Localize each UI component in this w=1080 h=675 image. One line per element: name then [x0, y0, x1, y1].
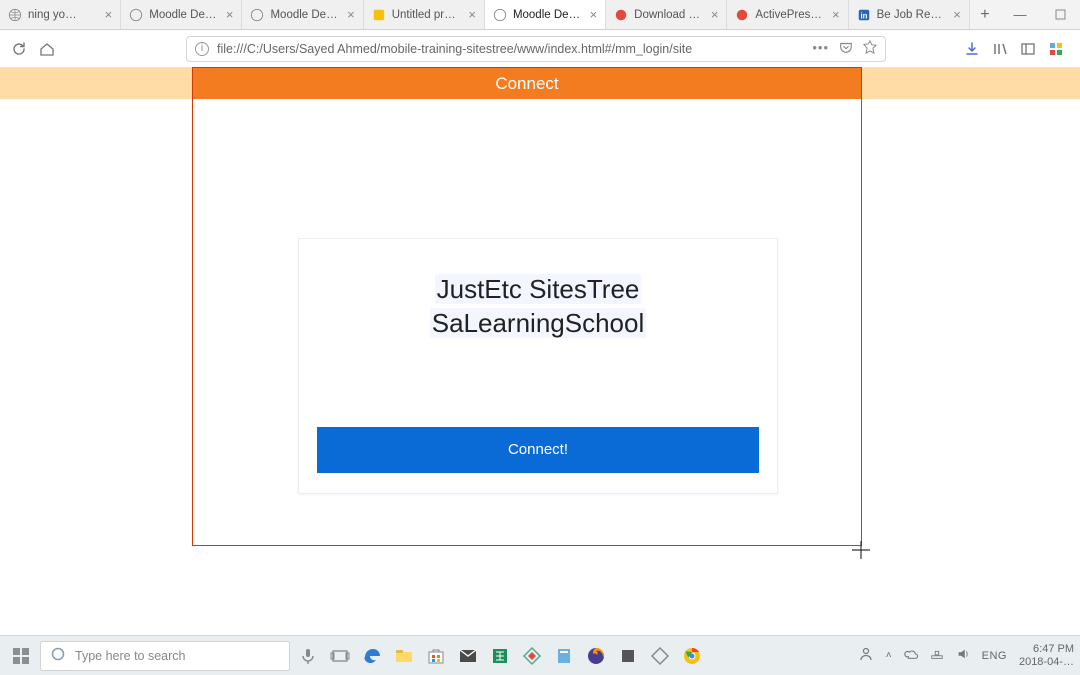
tab-1[interactable]: Moodle Desktop × — [121, 0, 242, 29]
mic-icon[interactable] — [294, 642, 322, 670]
tray-overflow-icon[interactable]: ˄ — [886, 650, 892, 661]
tab-label: Be Job Ready — [877, 9, 946, 21]
firefox-icon[interactable] — [582, 642, 610, 670]
clock-time: 6:47 PM — [1019, 643, 1074, 655]
mail-icon[interactable] — [454, 642, 482, 670]
bookmark-star-icon[interactable] — [863, 40, 877, 57]
cortana-icon — [51, 647, 65, 664]
app-icon-4[interactable] — [646, 642, 674, 670]
tab-label: Untitled presen… — [392, 9, 461, 21]
tab-4-active[interactable]: Moodle Desktop × — [485, 0, 606, 29]
tray-cloud-icon[interactable] — [904, 647, 918, 664]
taskbar-search[interactable]: Type here to search — [40, 641, 290, 671]
tab-0[interactable]: ning yo… × — [0, 0, 121, 29]
app-icon-2[interactable] — [550, 642, 578, 670]
tab-7[interactable]: in Be Job Ready × — [849, 0, 970, 29]
app-header-title: Connect — [495, 74, 558, 94]
globe-icon — [250, 8, 264, 22]
close-icon[interactable]: × — [345, 8, 357, 21]
tab-label: Download - At… — [634, 9, 703, 21]
minimize-button[interactable]: — — [1000, 0, 1040, 29]
login-card: JustEtc SitesTree SaLearningSchool Conne… — [298, 238, 778, 494]
info-icon[interactable]: i — [195, 42, 209, 56]
connect-button-label: Connect! — [508, 441, 568, 458]
close-icon[interactable]: × — [224, 8, 236, 21]
atomi-icon — [735, 8, 749, 22]
windows-taskbar: Type here to search ˄ ENG 6:47 PM 2018-0… — [0, 635, 1080, 675]
linkedin-icon: in — [857, 8, 871, 22]
svg-text:in: in — [860, 11, 867, 20]
slides-icon — [372, 8, 386, 22]
site-title: JustEtc SitesTree SaLearningSchool — [317, 273, 759, 341]
crosshair-cursor-icon — [852, 541, 870, 559]
file-explorer-icon[interactable] — [390, 642, 418, 670]
tab-label: ning yo… — [28, 9, 97, 21]
app-icon-3[interactable] — [614, 642, 642, 670]
url-actions: ••• — [812, 40, 877, 57]
close-icon[interactable]: × — [830, 8, 842, 21]
tab-label: ActivePresente… — [755, 9, 824, 21]
close-icon[interactable]: × — [709, 8, 721, 21]
toolbar-right — [964, 41, 1064, 57]
site-title-line2: SaLearningSchool — [430, 308, 647, 338]
connect-button[interactable]: Connect! — [317, 427, 759, 473]
tab-label: Moodle Desktop — [149, 9, 218, 21]
app-header: Connect — [193, 68, 861, 99]
store-icon[interactable] — [422, 642, 450, 670]
excel-icon[interactable] — [486, 642, 514, 670]
globe-icon — [493, 8, 507, 22]
browser-tab-strip: ning yo… × Moodle Desktop × Moodle Deskt… — [0, 0, 1080, 30]
tab-5[interactable]: Download - At… × — [606, 0, 727, 29]
tab-6[interactable]: ActivePresente… × — [727, 0, 848, 29]
site-title-line1: JustEtc SitesTree — [435, 274, 642, 304]
task-view-icon[interactable] — [326, 642, 354, 670]
people-icon[interactable] — [858, 646, 874, 665]
tab-label: Moodle Desktop — [270, 9, 339, 21]
close-icon[interactable]: × — [951, 8, 963, 21]
extension-icon[interactable] — [1048, 41, 1064, 57]
home-icon[interactable] — [38, 40, 56, 58]
url-text: file:///C:/Users/Sayed Ahmed/mobile-trai… — [217, 42, 804, 56]
close-icon[interactable]: × — [466, 8, 478, 21]
edge-icon[interactable] — [358, 642, 386, 670]
start-button[interactable] — [6, 641, 36, 671]
pocket-icon[interactable] — [839, 40, 853, 57]
close-icon[interactable]: × — [103, 8, 115, 21]
url-field[interactable]: i file:///C:/Users/Sayed Ahmed/mobile-tr… — [186, 36, 886, 62]
sidebar-icon[interactable] — [1020, 41, 1036, 57]
library-icon[interactable] — [992, 41, 1008, 57]
maximize-button[interactable] — [1040, 0, 1080, 29]
language-indicator[interactable]: ENG — [982, 650, 1007, 662]
globe-icon — [129, 8, 143, 22]
search-placeholder: Type here to search — [75, 649, 185, 663]
clock-date: 2018-04-… — [1019, 656, 1074, 668]
chrome-icon[interactable] — [678, 642, 706, 670]
moodle-app-frame: Connect JustEtc SitesTree SaLearningScho… — [193, 68, 861, 545]
globe-icon — [8, 8, 22, 22]
tab-2[interactable]: Moodle Desktop × — [242, 0, 363, 29]
window-controls: — — [1000, 0, 1080, 29]
taskbar-clock[interactable]: 6:47 PM 2018-04-… — [1019, 643, 1074, 667]
tab-label: Moodle Desktop — [513, 9, 582, 21]
tray-volume-icon[interactable] — [956, 647, 970, 664]
close-icon[interactable]: × — [588, 8, 600, 21]
more-icon[interactable]: ••• — [812, 40, 829, 57]
tab-3[interactable]: Untitled presen… × — [364, 0, 485, 29]
new-tab-button[interactable]: + — [970, 0, 1000, 29]
app-icon-1[interactable] — [518, 642, 546, 670]
download-icon[interactable] — [964, 41, 980, 57]
reload-icon[interactable] — [10, 40, 28, 58]
tray-network-icon[interactable] — [930, 647, 944, 664]
atomi-icon — [614, 8, 628, 22]
system-tray: ˄ ENG 6:47 PM 2018-04-… — [858, 643, 1074, 667]
address-bar: i file:///C:/Users/Sayed Ahmed/mobile-tr… — [0, 30, 1080, 68]
page-viewport: Connect JustEtc SitesTree SaLearningScho… — [0, 68, 1080, 635]
